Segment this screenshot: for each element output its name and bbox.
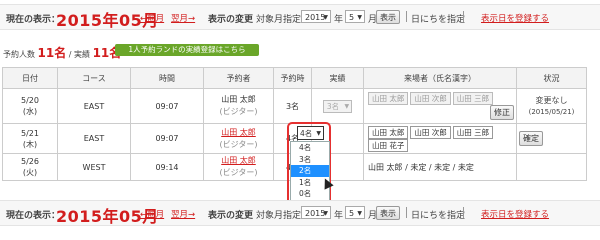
- header-time: 時間: [130, 67, 204, 89]
- summary-counts: 予約人数 11名 / 実績 11名: [3, 44, 121, 61]
- status-cell: 変更なし (2015/05/21): [516, 88, 587, 124]
- booker-link[interactable]: 山田 太郎: [221, 156, 256, 165]
- course-cell: EAST: [57, 123, 131, 154]
- dropdown-option-highlighted[interactable]: 2名: [291, 165, 329, 177]
- reservations-value: 11名: [37, 46, 67, 60]
- reservations-label: 予約人数: [3, 50, 35, 59]
- date-specify-button[interactable]: 日にちを指定: [411, 208, 465, 221]
- header-actual: 実績: [311, 67, 364, 89]
- visitors-cell: 山田 太郎 / 未定 / 未定 / 未定: [363, 153, 517, 181]
- current-label: 現在の表示：: [6, 211, 61, 221]
- divider: [463, 11, 464, 22]
- visitor-name-field: 山田 三郎: [452, 92, 494, 105]
- actual-select[interactable]: 4名 ▼: [297, 126, 324, 140]
- date-cell: 5/26 (火): [2, 153, 58, 181]
- booker-cell: 山田 太郎 (ビジター): [203, 88, 274, 124]
- visitor-name-field[interactable]: 山田 太郎: [368, 125, 409, 139]
- target-label: 対象月指定: [256, 211, 302, 221]
- edit-button[interactable]: 修正: [490, 105, 514, 120]
- time-cell: 09:14: [130, 153, 204, 181]
- next-month-link[interactable]: 翌月→: [171, 208, 195, 220]
- prev-month-link[interactable]: ←前月: [140, 208, 164, 220]
- status-cell: [516, 153, 587, 181]
- prev-month-link[interactable]: ←前月: [140, 12, 164, 24]
- table-header-row: 日付 コース 時間 予約者 予約時 実績 来場者（氏名漢字） 状況: [2, 67, 587, 89]
- visitor-name-field: 山田 太郎: [368, 92, 409, 105]
- divider: [406, 11, 407, 22]
- visitor-name-field[interactable]: 山田 三郎: [452, 125, 494, 139]
- header-booker: 予約者: [203, 67, 274, 89]
- dropdown-option[interactable]: 3名: [291, 154, 329, 166]
- month-select[interactable]: 5 ▼: [345, 206, 365, 219]
- header-date: 日付: [2, 67, 58, 89]
- course-cell: EAST: [57, 88, 131, 124]
- set-display-day-link[interactable]: 表示日を登録する: [481, 12, 549, 24]
- date-cell: 5/20 (水): [2, 88, 58, 124]
- year-suffix: 年: [334, 15, 344, 25]
- status-cell: 確定: [516, 123, 587, 154]
- visitor-name-field: 山田 次郎: [410, 92, 451, 105]
- actual-cell: 3名 ▼: [311, 88, 364, 124]
- actual-select-disabled: 3名 ▼: [322, 99, 353, 113]
- booker-cell: 山田 太郎 (ビジター): [203, 123, 274, 154]
- booker-link[interactable]: 山田 太郎: [221, 128, 256, 137]
- bottom-nav-bar: 現在の表示： 2015年05月 ←前月 翌月→ 表示の変更 対象月指定 2015…: [0, 200, 600, 226]
- target-label: 対象月指定: [256, 15, 302, 25]
- next-month-link[interactable]: 翌月→: [171, 12, 195, 24]
- actual-label: / 実績: [66, 50, 93, 59]
- change-label: 表示の変更: [208, 211, 254, 221]
- time-cell: 09:07: [130, 123, 204, 154]
- booker-cell: 山田 太郎 (ビジター): [203, 153, 274, 181]
- show-button[interactable]: 表示: [376, 10, 400, 24]
- date-cell: 5/21 (木): [2, 123, 58, 154]
- header-reserved: 予約時: [273, 67, 312, 89]
- set-display-day-link[interactable]: 表示日を登録する: [481, 208, 549, 220]
- divider: [406, 207, 407, 218]
- year-suffix: 年: [334, 211, 344, 221]
- confirm-button[interactable]: 確定: [519, 131, 543, 146]
- divider: [463, 207, 464, 218]
- show-button[interactable]: 表示: [376, 206, 400, 220]
- dropdown-option[interactable]: 0名: [291, 188, 329, 200]
- change-label: 表示の変更: [208, 15, 254, 25]
- current-label: 現在の表示：: [6, 15, 61, 25]
- top-nav-bar: 現在の表示： 2015年05月 ←前月 翌月→ 表示の変更 対象月指定 2015…: [0, 4, 600, 30]
- visitor-name-field[interactable]: 山田 花子: [368, 138, 409, 152]
- dropdown-option[interactable]: 4名: [291, 142, 329, 154]
- time-cell: 09:07: [130, 88, 204, 124]
- visitor-name-field[interactable]: 山田 次郎: [410, 125, 451, 139]
- year-select[interactable]: 2015 ▼: [301, 10, 331, 23]
- reserved-cell: 3名: [273, 88, 312, 124]
- date-specify-button[interactable]: 日にちを指定: [411, 12, 465, 25]
- header-status: 状況: [516, 67, 587, 89]
- visitors-cell: 山田 太郎 山田 次郎 山田 三郎 修正: [363, 88, 517, 124]
- course-cell: WEST: [57, 153, 131, 181]
- actual-dropdown-list[interactable]: 4名 3名 2名 1名 0名: [290, 141, 330, 205]
- record-entry-button[interactable]: 1人予約ランドの実績登録はこちら: [115, 44, 259, 56]
- visitors-cell: 山田 太郎 山田 次郎 山田 三郎山田 花子: [363, 123, 517, 154]
- table-row: 5/20 (水) EAST 09:07 山田 太郎 (ビジター) 3名 3名 ▼ 山田…: [2, 88, 587, 124]
- header-course: コース: [57, 67, 131, 89]
- month-select[interactable]: 5 ▼: [345, 10, 365, 23]
- year-select[interactable]: 2015 ▼: [301, 206, 331, 219]
- header-visitors: 来場者（氏名漢字）: [363, 67, 517, 89]
